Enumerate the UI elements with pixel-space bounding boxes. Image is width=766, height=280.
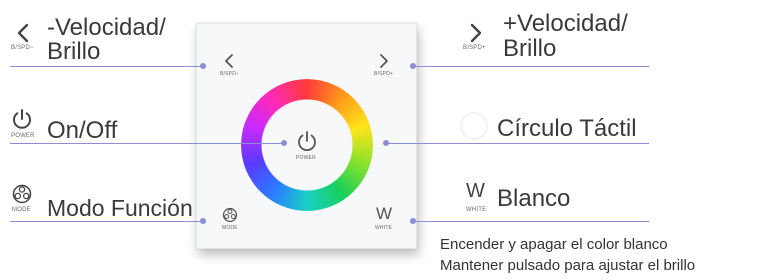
- touch-ring-icon: [460, 112, 488, 140]
- touch-panel: B/SPD− B/SPD+ POWER MODE W WHITE: [196, 23, 417, 249]
- mode-label: Modo Función: [47, 195, 193, 221]
- panel-power-caption: POWER: [296, 155, 316, 161]
- power-icon: [13, 109, 31, 129]
- leader-line-circle: [386, 143, 649, 144]
- power-caption: POWER: [11, 133, 35, 139]
- leader-line-speed-down: [10, 66, 203, 67]
- chevron-right-icon[interactable]: [377, 53, 391, 69]
- speed-down-label-line1: -Velocidad/: [47, 14, 166, 41]
- speed-down-label-line2: Brillo: [47, 38, 101, 65]
- speed-up-label-line2: Brillo: [503, 35, 557, 62]
- white-w-icon[interactable]: W: [376, 204, 392, 224]
- chevron-left-icon[interactable]: [222, 53, 236, 69]
- leader-dot-circle: [383, 140, 389, 146]
- speed-up-label-line1: +Velocidad/: [503, 10, 628, 37]
- leader-dot-white: [410, 218, 416, 224]
- power-icon[interactable]: [296, 130, 318, 152]
- leader-line-mode: [10, 221, 203, 222]
- mode-fan-icon[interactable]: [222, 207, 238, 223]
- mode-caption: MODE: [12, 207, 31, 213]
- leader-line-speed-up: [414, 66, 649, 67]
- leader-dot-speed-down: [200, 63, 206, 69]
- leader-line-white: [414, 221, 649, 222]
- spd-down-caption: B/SPD−: [11, 45, 34, 51]
- leader-dot-speed-up: [410, 63, 416, 69]
- panel-mode-caption: MODE: [222, 225, 238, 231]
- mode-fan-icon: [12, 184, 32, 204]
- chevron-left-icon: [17, 23, 29, 43]
- white-caption: WHITE: [466, 207, 487, 213]
- leader-dot-mode: [200, 218, 206, 224]
- onoff-label: On/Off: [47, 117, 118, 144]
- panel-spd-down-caption: B/SPD−: [220, 71, 240, 77]
- white-label: Blanco: [497, 185, 571, 212]
- spd-up-caption: B/SPD+: [463, 45, 486, 51]
- panel-spd-up-caption: B/SPD+: [374, 71, 394, 77]
- white-note-line1: Encender y apagar el color blanco: [440, 236, 668, 253]
- leader-dot-onoff: [281, 140, 287, 146]
- panel-white-caption: WHITE: [375, 225, 393, 231]
- circle-label: Círculo Táctil: [497, 115, 637, 142]
- chevron-right-icon: [470, 23, 482, 43]
- white-note-line2: Mantener pulsado para ajustar el brillo: [440, 257, 696, 274]
- white-w-icon: W: [466, 180, 485, 202]
